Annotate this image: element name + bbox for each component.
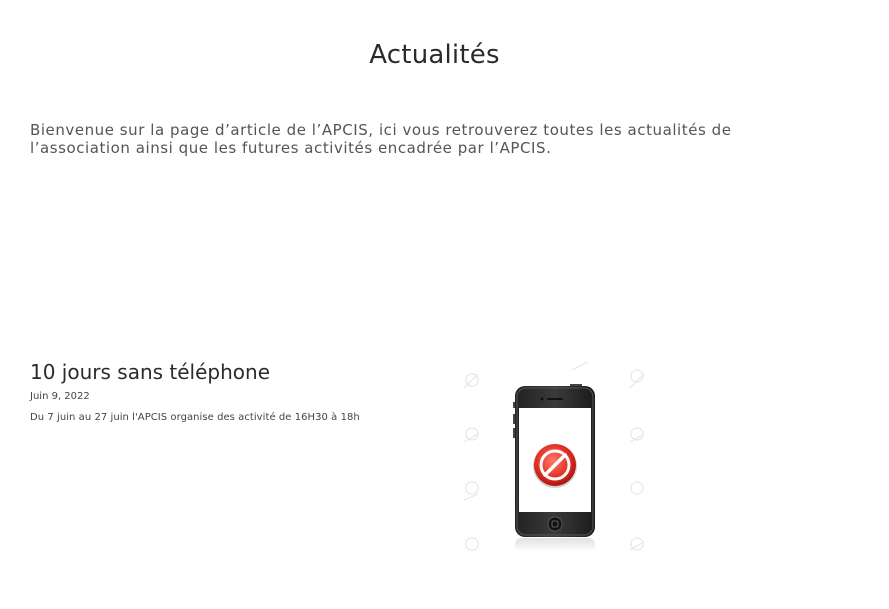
post-card: 10 jours sans téléphone Juin 9, 2022 Du … <box>30 358 450 423</box>
post-title[interactable]: 10 jours sans téléphone <box>30 358 450 386</box>
post-excerpt: Du 7 juin au 27 juin l'APCIS organise de… <box>30 412 360 423</box>
post-date: Juin 9, 2022 <box>30 391 90 402</box>
page-title: Actualités <box>369 40 500 70</box>
page-intro: Bienvenue sur la page d’article de l’APC… <box>30 121 732 157</box>
no-phone-icon <box>463 361 645 552</box>
post-thumbnail[interactable] <box>452 358 662 558</box>
